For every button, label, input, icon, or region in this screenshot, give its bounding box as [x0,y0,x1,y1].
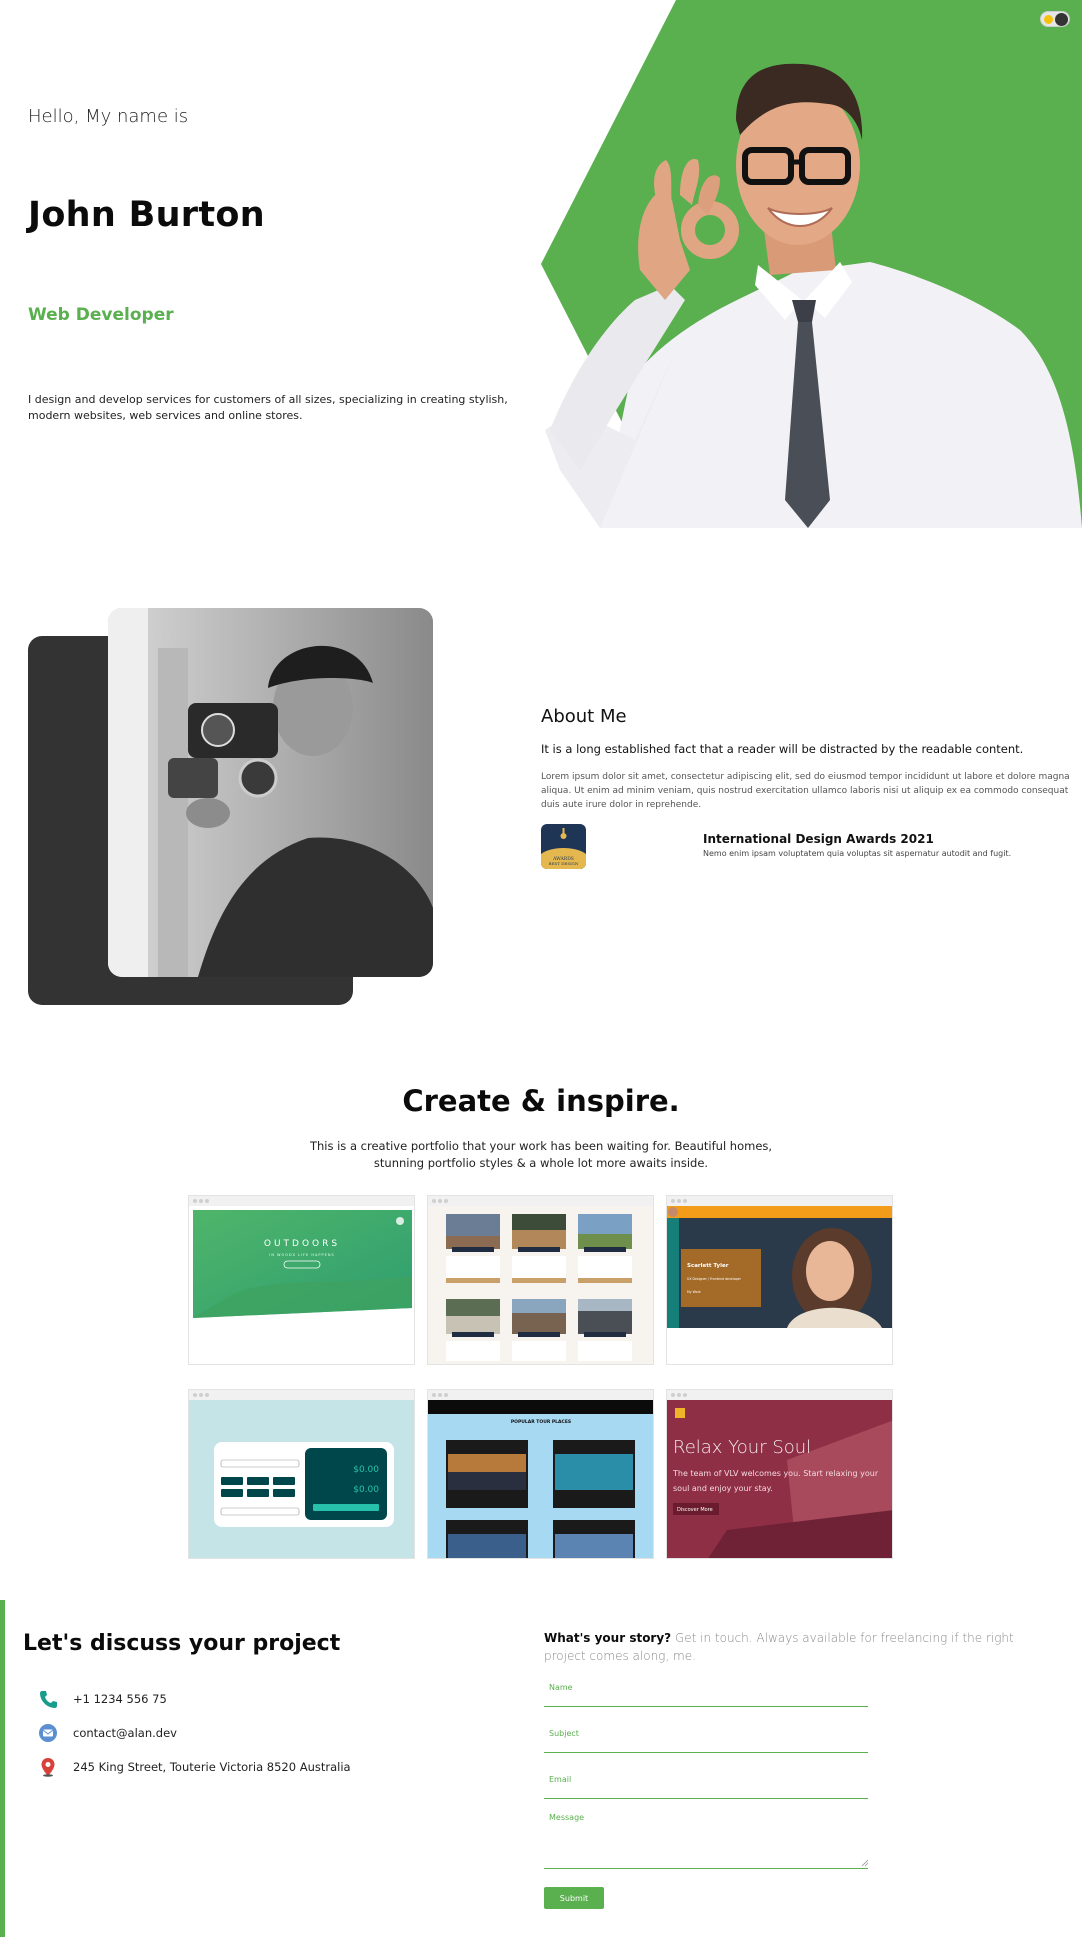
portfolio-title: Create & inspire. [402,1084,680,1118]
svg-text:soul and enjoy your stay.: soul and enjoy your stay. [673,1484,773,1493]
subject-field[interactable]: Subject [544,1729,868,1753]
browser-chrome [189,1196,414,1206]
relax-headline: Relax Your Soul [673,1437,811,1458]
hero-section: Hello, My name is John Burton Web Develo… [0,0,1082,528]
contact-phone-text: +1 1234 556 75 [73,1692,167,1706]
hero-intro: I design and develop services for custom… [28,393,508,422]
sun-icon [1044,15,1053,24]
award-title: International Design Awards 2021 [703,832,934,846]
browser-chrome [667,1196,892,1206]
svg-text:Scarlett Tyler: Scarlett Tyler [687,1263,729,1269]
award-badge-icon: AWARDS BEST DESIGN [541,824,586,869]
location-pin-icon [41,1758,55,1777]
about-lead: It is a long established fact that a rea… [541,742,1024,756]
resize-handle-icon[interactable] [862,1860,868,1866]
browser-chrome [428,1390,653,1400]
svg-text:IN WOODS LIFE HAPPENS: IN WOODS LIFE HAPPENS [269,1253,334,1257]
outdoors-headline: OUTDOORS [264,1239,340,1249]
message-field[interactable]: Message [544,1813,868,1869]
message-field-label: Message [549,1813,585,1822]
portfolio-card-relax[interactable]: Relax Your Soul The team of VLV welcomes… [666,1389,893,1559]
portfolio-card-real-estate[interactable] [427,1195,654,1365]
browser-chrome [189,1390,414,1400]
award-description: Nemo enim ipsam voluptatem quia voluptas… [703,849,1012,858]
name-field-label: Name [549,1683,573,1692]
email-icon [39,1724,57,1742]
hero-role: Web Developer [28,305,174,325]
email-field[interactable]: Email [544,1775,868,1799]
about-photo-image [108,608,433,977]
subject-field-label: Subject [549,1729,579,1738]
svg-text:The team of VLV welcomes you.: The team of VLV welcomes you. Start rela… [672,1469,879,1478]
portfolio-subtitle: This is a creative portfolio that your w… [309,1139,773,1170]
email-field-label: Email [549,1775,572,1784]
contact-address-text: 245 King Street, Touterie Victoria 8520 … [73,1760,351,1774]
hero-greeting: Hello, My name is [28,106,189,127]
svg-text:My Work: My Work [687,1290,701,1294]
name-field[interactable]: Name [544,1683,868,1707]
hero-portrait-image [540,0,1082,528]
about-title: About Me [541,706,627,727]
browser-chrome [667,1390,892,1400]
toggle-knob [1055,13,1068,26]
story-heading: What's your story? [544,1631,672,1645]
portfolio-card-tip-calculator[interactable]: $0.00 $0.00 [188,1389,415,1559]
contact-accent-bar [0,1600,5,1937]
svg-text:BEST DESIGN: BEST DESIGN [549,861,579,866]
svg-text:Discover More: Discover More [677,1507,713,1513]
browser-chrome [428,1196,653,1206]
contact-title: Let's discuss your project [23,1631,341,1656]
portfolio-card-profile[interactable]: Scarlett Tyler UX Designer / Frontend de… [666,1195,893,1365]
svg-text:POPULAR TOUR PLACES: POPULAR TOUR PLACES [511,1419,571,1425]
portfolio-card-outdoors[interactable]: OUTDOORS IN WOODS LIFE HAPPENS [188,1195,415,1365]
contact-email-text: contact@alan.dev [73,1726,177,1740]
about-body: Lorem ipsum dolor sit amet, consectetur … [541,772,1070,810]
phone-icon [40,1691,57,1708]
svg-text:$0.00: $0.00 [353,1485,379,1495]
svg-text:UX Designer / Frontend develop: UX Designer / Frontend developer [687,1277,742,1281]
svg-text:$0.00: $0.00 [353,1465,379,1475]
submit-button[interactable]: Submit [544,1887,604,1909]
portfolio-card-tour-places[interactable]: POPULAR TOUR PLACES [427,1389,654,1559]
hero-name: John Burton [28,195,265,235]
theme-toggle[interactable] [1040,11,1070,27]
contact-story: What's your story? Get in touch. Always … [544,1629,1059,1665]
